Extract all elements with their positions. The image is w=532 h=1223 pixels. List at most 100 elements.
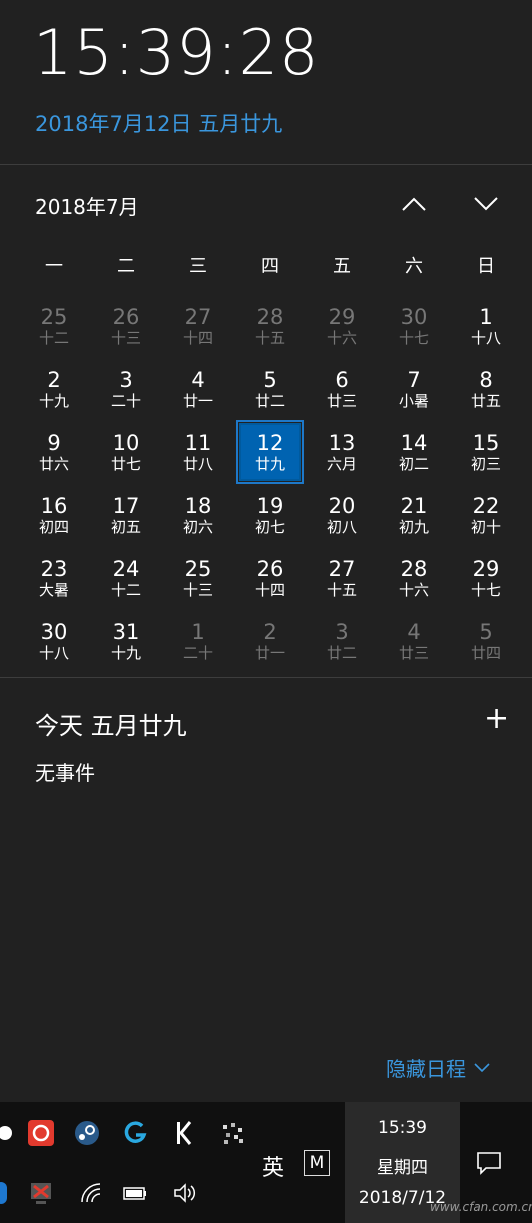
calendar-day[interactable]: 2 廿一 (234, 610, 306, 673)
lunar-date: 十七 (470, 581, 501, 599)
netease-music-icon[interactable] (28, 1120, 54, 1146)
calendar-day[interactable]: 22 初十 (450, 484, 522, 547)
day-number: 27 (184, 305, 212, 329)
lunar-date: 十八 (38, 644, 69, 662)
calendar-day[interactable]: 3 廿二 (306, 610, 378, 673)
calendar-day[interactable]: 18 初六 (162, 484, 234, 547)
calendar-day[interactable]: 28 十六 (378, 547, 450, 610)
weekday-label: 一 (45, 256, 63, 277)
pixel-app-icon[interactable] (220, 1120, 246, 1146)
day-number: 20 (328, 494, 356, 518)
calendar-day[interactable]: 17 初五 (90, 484, 162, 547)
day-number: 3 (335, 620, 349, 644)
calendar-day[interactable]: 1 十八 (450, 295, 522, 358)
calendar-day[interactable]: 29 十七 (450, 547, 522, 610)
calendar-day[interactable]: 19 初七 (234, 484, 306, 547)
calendar-day[interactable]: 20 初八 (306, 484, 378, 547)
calendar-day[interactable]: 10 廿七 (90, 421, 162, 484)
day-number: 25 (40, 305, 68, 329)
taskbar-weekday[interactable]: 星期四 (345, 1153, 460, 1178)
lunar-date: 十二 (38, 329, 69, 347)
calendar-day[interactable]: 26 十三 (90, 295, 162, 358)
month-title[interactable]: 2018年7月 (35, 191, 139, 220)
day-number: 9 (47, 431, 61, 455)
action-center-button[interactable] (476, 1150, 502, 1180)
day-number: 5 (263, 368, 277, 392)
calendar-day[interactable]: 6 廿三 (306, 358, 378, 421)
weekday-label: 六 (405, 256, 423, 277)
m-input-icon[interactable]: M (304, 1150, 330, 1176)
calendar-day[interactable]: 4 廿一 (162, 358, 234, 421)
calendar-day[interactable]: 3 二十 (90, 358, 162, 421)
calendar-day[interactable]: 4 廿三 (378, 610, 450, 673)
calendar-day[interactable]: 23 大暑 (18, 547, 90, 610)
calendar-day[interactable]: 14 初二 (378, 421, 450, 484)
calendar-day[interactable]: 15 初三 (450, 421, 522, 484)
lunar-date: 十二 (110, 581, 141, 599)
day-number: 18 (184, 494, 212, 518)
calendar-day[interactable]: 29 十六 (306, 295, 378, 358)
calendar-day-today[interactable]: 12 廿九 (236, 420, 304, 484)
chevron-down-icon (474, 197, 498, 211)
day-number: 4 (407, 620, 421, 644)
partial-blue-icon[interactable] (0, 1180, 14, 1206)
calendar-day[interactable]: 26 十四 (234, 547, 306, 610)
lunar-date: 十五 (326, 581, 357, 599)
volume-icon[interactable] (172, 1180, 198, 1206)
calendar-day[interactable]: 13 六月 (306, 421, 378, 484)
calendar-day[interactable]: 11 廿八 (162, 421, 234, 484)
lunar-date: 初三 (470, 455, 501, 473)
lunar-date: 廿九 (254, 454, 285, 473)
day-number: 1 (479, 305, 493, 329)
calendar-day[interactable]: 9 廿六 (18, 421, 90, 484)
calendar-day[interactable]: 25 十二 (18, 295, 90, 358)
calendar-day[interactable]: 25 十三 (162, 547, 234, 610)
weekday-label: 日 (477, 256, 495, 277)
calendar-day[interactable]: 30 十八 (18, 610, 90, 673)
day-number: 21 (400, 494, 428, 518)
ime-indicator[interactable]: 英 (262, 1150, 284, 1182)
network-icon[interactable] (28, 1180, 54, 1206)
previous-month-button[interactable] (394, 186, 434, 222)
lunar-date: 十六 (398, 581, 429, 599)
hide-agenda-button[interactable]: 隐藏日程 (386, 1053, 490, 1082)
lunar-date: 二十 (110, 392, 141, 410)
day-number: 28 (256, 305, 284, 329)
calendar-day[interactable]: 27 十四 (162, 295, 234, 358)
calendar-day[interactable]: 2 十九 (18, 358, 90, 421)
clock-time: 15:39:28 (33, 16, 320, 89)
calendar-day[interactable]: 16 初四 (18, 484, 90, 547)
logitech-g-icon[interactable] (122, 1120, 148, 1146)
add-event-button[interactable]: + (484, 704, 509, 734)
calendar-day[interactable]: 1 二十 (162, 610, 234, 673)
steam-icon[interactable] (74, 1120, 100, 1146)
watermark: www.cfan.com.cn (430, 1200, 532, 1214)
partial-app-icon[interactable] (0, 1120, 18, 1146)
calendar-day[interactable]: 27 十五 (306, 547, 378, 610)
no-events-text: 无事件 (35, 761, 95, 785)
calendar-day[interactable]: 28 十五 (234, 295, 306, 358)
lunar-date: 十九 (38, 392, 69, 410)
calendar-day[interactable]: 24 十二 (90, 547, 162, 610)
lunar-date: 廿二 (326, 644, 357, 662)
wifi-icon[interactable] (78, 1180, 104, 1206)
calendar-day[interactable]: 7 小暑 (378, 358, 450, 421)
calendar-day[interactable]: 5 廿四 (450, 610, 522, 673)
day-number: 27 (328, 557, 356, 581)
calendar-day[interactable]: 8 廿五 (450, 358, 522, 421)
day-number: 12 (256, 430, 284, 455)
k-app-icon[interactable] (172, 1120, 198, 1146)
taskbar-time[interactable]: 15:39 (345, 1118, 460, 1138)
action-center-icon (477, 1152, 501, 1175)
calendar-day[interactable]: 31 十九 (90, 610, 162, 673)
next-month-button[interactable] (466, 186, 506, 222)
day-number: 6 (335, 368, 349, 392)
date-link[interactable]: 2018年7月12日 五月廿九 (35, 108, 282, 138)
battery-icon[interactable] (122, 1180, 148, 1206)
calendar-day[interactable]: 21 初九 (378, 484, 450, 547)
day-number: 24 (112, 557, 140, 581)
calendar-day[interactable]: 30 十七 (378, 295, 450, 358)
day-number: 13 (328, 431, 356, 455)
calendar-day[interactable]: 5 廿二 (234, 358, 306, 421)
day-number: 29 (328, 305, 356, 329)
